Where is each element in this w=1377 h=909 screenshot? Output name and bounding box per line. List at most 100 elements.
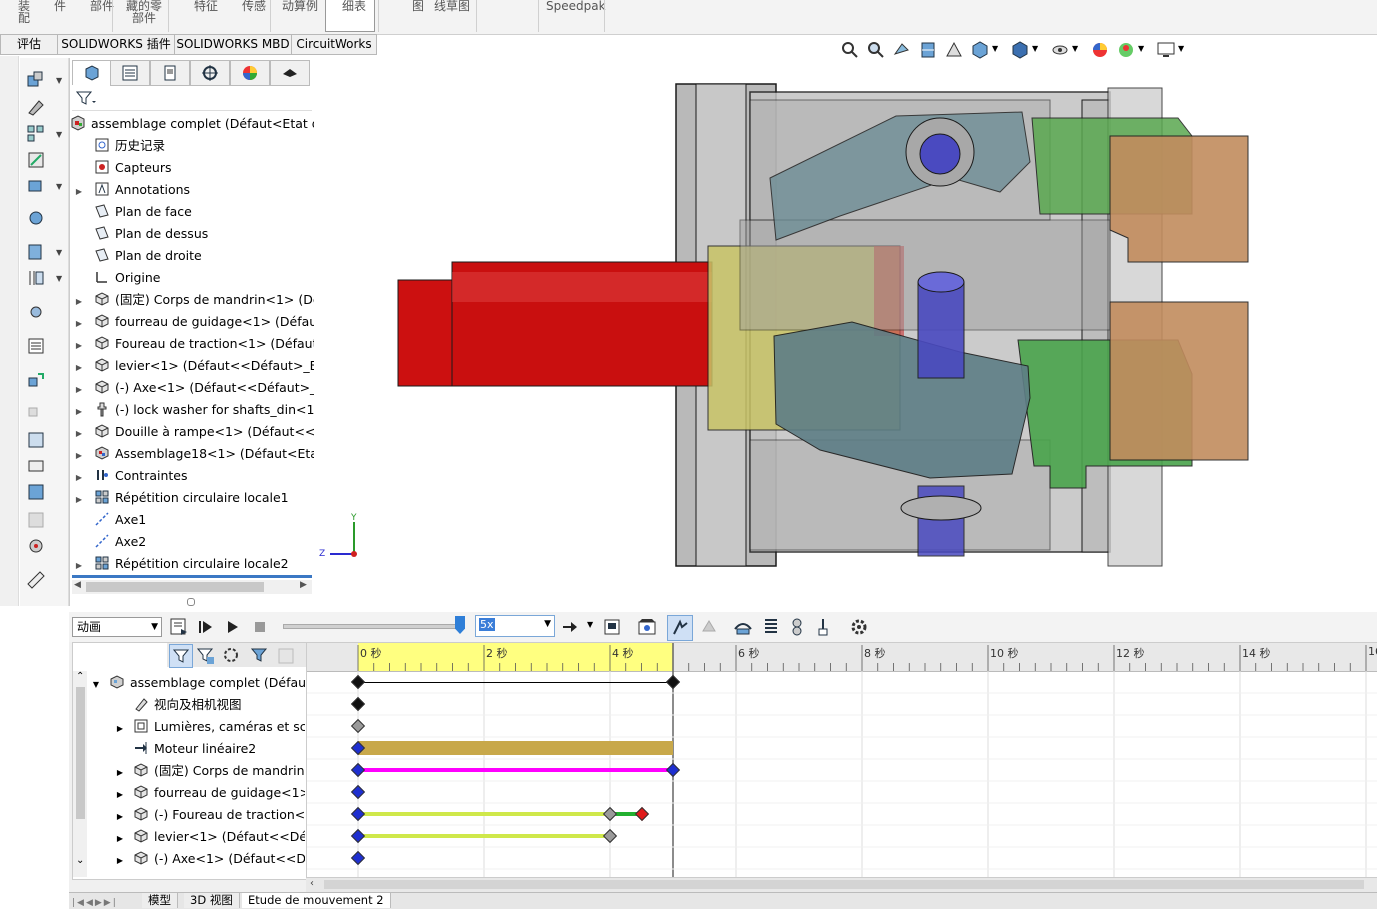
tree-hscroll-thumb[interactable] bbox=[86, 582, 264, 592]
expand-arrow-icon[interactable]: ▶ bbox=[72, 555, 86, 575]
playback-mode-icon[interactable] bbox=[561, 619, 579, 635]
filter-results-icon[interactable] bbox=[251, 647, 269, 665]
chevron-down-icon[interactable]: ▼ bbox=[56, 130, 62, 139]
cad-model-section[interactable] bbox=[316, 58, 1377, 610]
section-view-icon[interactable] bbox=[918, 40, 938, 60]
tree-item[interactable]: ▶ Répétition circulaire locale1 bbox=[72, 487, 314, 509]
motion-tree-vscroll-thumb[interactable] bbox=[76, 687, 85, 819]
motion-tree-item[interactable]: ▶ fourreau de guidage<1> bbox=[113, 782, 305, 804]
save-animation-icon[interactable] bbox=[603, 617, 623, 637]
large-assembly-mode-icon[interactable] bbox=[26, 482, 46, 502]
smart-fasteners-icon[interactable] bbox=[26, 150, 46, 170]
contact-icon[interactable] bbox=[787, 617, 807, 637]
tab-display-manager[interactable] bbox=[230, 60, 270, 86]
chevron-down-icon[interactable]: ▼ bbox=[56, 248, 62, 257]
chevron-down-icon[interactable]: ⌄ bbox=[76, 855, 84, 866]
expand-arrow-icon[interactable]: ▶ bbox=[113, 850, 127, 870]
linear-pattern-icon[interactable] bbox=[26, 124, 46, 144]
tree-item[interactable]: ▶ Répétition circulaire locale2 bbox=[72, 553, 314, 575]
graphics-viewport[interactable]: ▼ ▼ ▼ ▼ ▼ Y Z bbox=[316, 41, 1377, 610]
chevron-down-icon[interactable]: ▼ bbox=[56, 274, 62, 283]
mate-icon[interactable] bbox=[26, 98, 46, 118]
motion-tree-item[interactable]: ▶ (-) Foureau de traction< bbox=[113, 804, 305, 826]
measure-icon[interactable] bbox=[26, 570, 46, 590]
tree-item[interactable]: Plan de face bbox=[72, 201, 314, 223]
motion-tree-item[interactable]: ▶ levier<1> (Défaut<<Déf bbox=[113, 826, 305, 848]
tab-3d-views[interactable]: 3D 视图 bbox=[184, 893, 240, 908]
spring-icon[interactable] bbox=[761, 617, 781, 637]
filter-icon[interactable] bbox=[76, 90, 96, 106]
expand-arrow-icon[interactable]: ▶ bbox=[113, 718, 127, 738]
ribbon-button-6[interactable]: 动算例 bbox=[278, 0, 322, 32]
tree-item[interactable]: 历史记录 bbox=[72, 135, 314, 157]
tab-evaluate[interactable]: 评估 bbox=[0, 34, 58, 55]
display-style-icon[interactable] bbox=[1010, 40, 1030, 60]
tree-root-assembly[interactable]: assemblage complet (Défaut<Etat d' bbox=[70, 113, 314, 135]
tree-item[interactable]: Plan de dessus bbox=[72, 223, 314, 245]
insert-component-icon[interactable] bbox=[26, 70, 46, 90]
tree-item[interactable]: ▶ Assemblage18<1> (Défaut<Etat c bbox=[72, 443, 314, 465]
timeline-change-bar[interactable] bbox=[358, 768, 673, 772]
tree-item[interactable]: Axe2 bbox=[72, 531, 314, 553]
ribbon-button-10[interactable]: Speedpak bbox=[546, 0, 606, 32]
tree-item[interactable]: ▶ (固定) Corps de mandrin<1> (Déf bbox=[72, 289, 314, 311]
hide-show-items-icon[interactable] bbox=[1050, 40, 1070, 60]
motion-tree-item[interactable]: ▶ (-) Axe<1> (Défaut<<De bbox=[113, 848, 305, 870]
tab-model[interactable]: 模型 bbox=[142, 893, 178, 908]
calculate-icon[interactable] bbox=[169, 617, 189, 637]
tab-navigation[interactable]: |◀◀▶▶| bbox=[72, 894, 136, 908]
tree-item[interactable]: ▶ fourreau de guidage<1> (Défaut< bbox=[72, 311, 314, 333]
tree-item[interactable]: Plan de droite bbox=[72, 245, 314, 267]
gravity-icon[interactable] bbox=[813, 617, 833, 637]
expand-arrow-icon[interactable]: ▶ bbox=[72, 357, 86, 377]
tree-item[interactable]: ▶ Douille à rampe<1> (Défaut<<Dé bbox=[72, 421, 314, 443]
tab-property-manager[interactable] bbox=[110, 60, 150, 86]
previous-view-icon[interactable] bbox=[892, 40, 912, 60]
chevron-down-icon[interactable]: ▼ bbox=[1072, 44, 1078, 53]
timeline-hscroll-thumb[interactable] bbox=[324, 880, 1364, 889]
expand-arrow-icon[interactable]: ▶ bbox=[72, 401, 86, 421]
motion-timeline[interactable]: 0 秒 2 秒 4 秒 6 秒 8 秒 10 秒 12 秒 14 秒 16 bbox=[306, 642, 1377, 880]
motion-tree-item[interactable]: ▼ assemblage complet (Défau bbox=[89, 672, 305, 694]
chevron-down-icon[interactable]: ▼ bbox=[1032, 44, 1038, 53]
tree-item[interactable]: ▶ (-) lock washer for shafts_din<1> bbox=[72, 399, 314, 421]
ribbon-button-1[interactable]: 件 bbox=[38, 0, 82, 32]
expand-arrow-icon[interactable]: ▶ bbox=[72, 291, 86, 311]
chevron-down-icon[interactable]: ▼ bbox=[1178, 44, 1184, 53]
tree-item[interactable]: ▶ (-) Axe<1> (Défaut<<Défaut>_Eta bbox=[72, 377, 314, 399]
expand-arrow-icon[interactable]: ▶ bbox=[72, 335, 86, 355]
view-orientation-icon[interactable] bbox=[970, 40, 990, 60]
tab-solidworks-addins[interactable]: SOLIDWORKS 插件 bbox=[57, 34, 175, 55]
tree-item[interactable]: ▶ Annotations bbox=[72, 179, 314, 201]
tab-cam-manager[interactable] bbox=[270, 60, 310, 86]
tree-item[interactable]: ▶ levier<1> (Défaut<<Défaut>_Etat bbox=[72, 355, 314, 377]
tree-hscrollbar[interactable]: ◀ ▶ bbox=[72, 580, 312, 594]
chevron-up-icon[interactable]: ⌃ bbox=[76, 671, 84, 682]
zoom-to-area-icon[interactable] bbox=[866, 40, 886, 60]
tab-motion-study[interactable]: Etude de mouvement 2 bbox=[242, 893, 391, 908]
chevron-down-icon[interactable]: ▼ bbox=[1138, 44, 1144, 53]
chevron-left-icon[interactable]: ‹ bbox=[310, 878, 314, 889]
ribbon-button-2[interactable]: 部件 bbox=[80, 0, 124, 32]
tab-circuitworks[interactable]: CircuitWorks bbox=[291, 34, 377, 55]
motion-tree-item[interactable]: Moteur linéaire2 bbox=[113, 738, 305, 760]
chevron-down-icon[interactable]: ▼ bbox=[992, 44, 998, 53]
expand-arrow-icon[interactable]: ▶ bbox=[113, 828, 127, 848]
filter-driving-icon[interactable] bbox=[197, 647, 215, 665]
chevron-down-icon[interactable]: ▼ bbox=[56, 182, 62, 191]
show-hidden-icon[interactable] bbox=[26, 208, 46, 228]
play-from-start-icon[interactable] bbox=[197, 619, 215, 635]
ribbon-button-7[interactable]: 细表 bbox=[332, 0, 376, 32]
clearance-verification-icon[interactable] bbox=[26, 536, 46, 556]
filter-selected-icon[interactable] bbox=[223, 647, 241, 665]
collapse-arrow-icon[interactable]: ▼ bbox=[89, 674, 103, 694]
playback-speed-select[interactable]: 5x ▼ bbox=[475, 615, 555, 637]
move-component-icon[interactable] bbox=[26, 176, 46, 196]
exploded-view-icon[interactable] bbox=[26, 370, 46, 390]
autokey-toggle[interactable] bbox=[667, 615, 693, 641]
expand-arrow-icon[interactable]: ▶ bbox=[72, 423, 86, 443]
ribbon-button-4[interactable]: 特征 bbox=[184, 0, 228, 32]
expand-arrow-icon[interactable]: ▶ bbox=[72, 467, 86, 487]
play-icon[interactable] bbox=[225, 619, 241, 635]
apply-scene-icon[interactable] bbox=[1116, 40, 1136, 60]
